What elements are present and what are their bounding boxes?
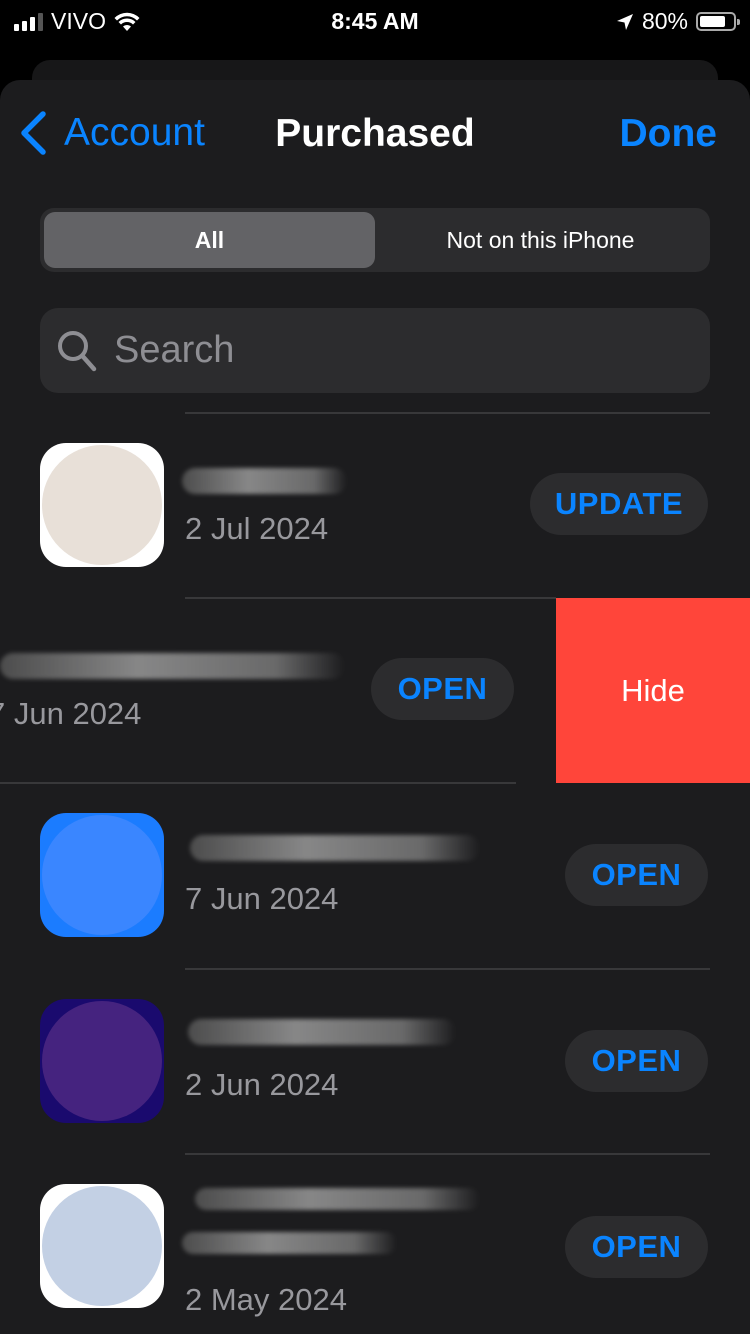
purchase-date: 7 Jun 2024 xyxy=(0,696,142,731)
purchased-sheet: Account Purchased Done All Not on this i… xyxy=(0,80,750,1334)
status-bar: VIVO 8:45 AM 80% xyxy=(0,0,750,42)
update-button[interactable]: UPDATE xyxy=(530,473,708,535)
purchase-date: 7 Jun 2024 xyxy=(185,881,339,916)
app-icon xyxy=(40,999,164,1123)
purchase-date: 2 Jun 2024 xyxy=(185,1067,339,1102)
hide-button[interactable]: Hide xyxy=(556,598,750,783)
search-field[interactable] xyxy=(40,308,710,393)
location-arrow-icon xyxy=(616,13,633,30)
segment-all[interactable]: All xyxy=(44,212,375,268)
app-name-redacted xyxy=(182,468,347,494)
app-row[interactable]: 2 May 2024 OPEN xyxy=(0,1154,750,1334)
app-name-redacted xyxy=(182,1232,397,1254)
navigation-bar: Account Purchased Done xyxy=(0,80,750,190)
open-button[interactable]: OPEN xyxy=(371,658,514,720)
app-name-redacted xyxy=(195,1188,480,1210)
app-name-redacted xyxy=(188,1019,456,1045)
open-button[interactable]: OPEN xyxy=(565,1030,708,1092)
app-row-swiped[interactable]: 7 Jun 2024 OPEN Hide xyxy=(0,598,750,783)
app-icon xyxy=(40,443,164,567)
app-row[interactable]: 2 Jul 2024 UPDATE xyxy=(0,413,750,598)
app-row[interactable]: 2 Jun 2024 OPEN xyxy=(0,969,750,1154)
battery-icon xyxy=(696,12,740,31)
app-icon xyxy=(40,813,164,937)
app-name-redacted xyxy=(190,835,480,861)
app-row[interactable]: 7 Jun 2024 OPEN xyxy=(0,783,750,968)
open-button[interactable]: OPEN xyxy=(565,844,708,906)
purchase-date: 2 Jul 2024 xyxy=(185,511,329,546)
open-button[interactable]: OPEN xyxy=(565,1216,708,1278)
app-name-redacted xyxy=(0,653,345,679)
search-icon xyxy=(58,330,97,371)
app-icon xyxy=(40,1184,164,1308)
purchase-date: 2 May 2024 xyxy=(185,1282,347,1317)
battery-percent: 80% xyxy=(641,8,688,34)
status-right: 80% xyxy=(616,8,740,35)
search-input[interactable] xyxy=(112,328,676,373)
done-button[interactable]: Done xyxy=(620,112,718,156)
segmented-control: All Not on this iPhone xyxy=(40,208,710,272)
segment-not-on-this-iphone[interactable]: Not on this iPhone xyxy=(375,212,706,268)
